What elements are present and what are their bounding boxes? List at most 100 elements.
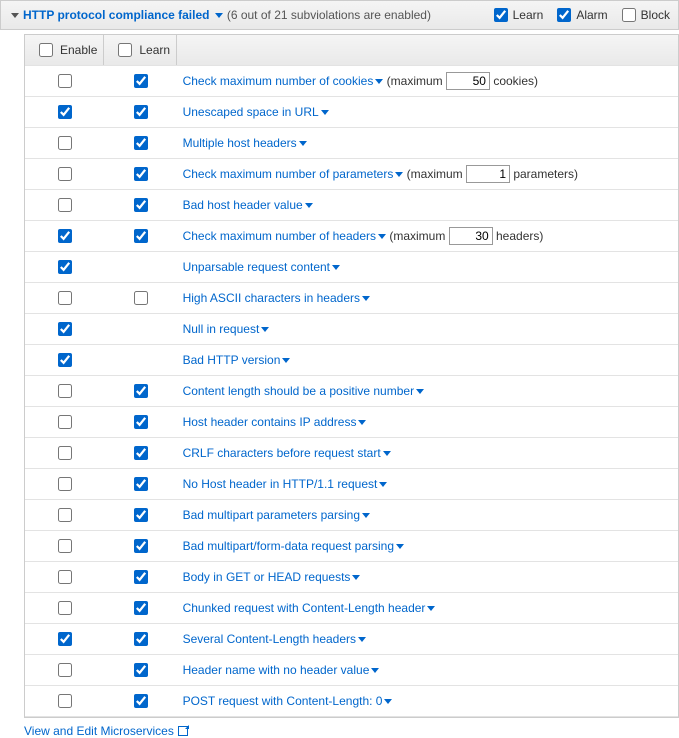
learn-checkbox[interactable]	[134, 663, 148, 677]
chevron-down-icon[interactable]	[282, 358, 290, 363]
description-cell: Unescaped space in URL	[177, 97, 678, 128]
subviolation-link[interactable]: Bad host header value	[183, 198, 303, 212]
learn-checkbox[interactable]	[134, 105, 148, 119]
subviolation-link[interactable]: High ASCII characters in headers	[183, 291, 360, 305]
learn-checkbox[interactable]	[134, 694, 148, 708]
subviolation-link[interactable]: Check maximum number of headers	[183, 229, 376, 243]
subviolation-link[interactable]: Unparsable request content	[183, 260, 330, 274]
learn-checkbox[interactable]	[134, 136, 148, 150]
enable-checkbox[interactable]	[58, 198, 72, 212]
subviolation-link[interactable]: No Host header in HTTP/1.1 request	[183, 477, 378, 491]
subviolation-link[interactable]: Check maximum number of cookies	[183, 74, 374, 88]
enable-checkbox[interactable]	[58, 322, 72, 336]
chevron-down-icon[interactable]	[261, 327, 269, 332]
extra-suffix: headers)	[493, 229, 544, 243]
subviolation-link[interactable]: Body in GET or HEAD requests	[183, 570, 351, 584]
subviolation-link[interactable]: CRLF characters before request start	[183, 446, 381, 460]
chevron-down-icon[interactable]	[362, 513, 370, 518]
subviolation-link[interactable]: Bad multipart/form-data request parsing	[183, 539, 394, 553]
view-edit-microservices-link[interactable]: View and Edit Microservices	[24, 724, 679, 738]
block-toggle[interactable]: Block	[618, 5, 670, 25]
learn-checkbox[interactable]	[134, 167, 148, 181]
chevron-down-icon[interactable]	[427, 606, 435, 611]
learn-toggle[interactable]: Learn	[490, 5, 544, 25]
subviolation-link[interactable]: Unescaped space in URL	[183, 105, 319, 119]
learn-checkbox[interactable]	[134, 198, 148, 212]
learn-checkbox[interactable]	[134, 415, 148, 429]
maximum-input[interactable]	[449, 227, 493, 245]
learn-checkbox[interactable]	[134, 446, 148, 460]
alarm-checkbox[interactable]	[557, 8, 571, 22]
chevron-down-icon[interactable]	[305, 203, 313, 208]
learn-checkbox[interactable]	[134, 477, 148, 491]
chevron-down-icon[interactable]	[378, 234, 386, 239]
enable-checkbox[interactable]	[58, 601, 72, 615]
learn-checkbox[interactable]	[134, 229, 148, 243]
enable-checkbox[interactable]	[58, 508, 72, 522]
learn-checkbox[interactable]	[134, 384, 148, 398]
subviolation-link[interactable]: POST request with Content-Length: 0	[183, 694, 383, 708]
learn-checkbox[interactable]	[134, 508, 148, 522]
alarm-toggle[interactable]: Alarm	[553, 5, 607, 25]
learn-checkbox[interactable]	[134, 539, 148, 553]
chevron-down-icon[interactable]	[396, 544, 404, 549]
learn-cell	[104, 97, 177, 128]
subviolation-link[interactable]: Multiple host headers	[183, 136, 297, 150]
enable-checkbox[interactable]	[58, 384, 72, 398]
subviolation-link[interactable]: Check maximum number of parameters	[183, 167, 394, 181]
section-title-link[interactable]: HTTP protocol compliance failed	[23, 8, 223, 22]
learn-checkbox[interactable]	[134, 632, 148, 646]
enable-checkbox[interactable]	[58, 353, 72, 367]
learn-checkbox[interactable]	[134, 74, 148, 88]
chevron-down-icon[interactable]	[299, 141, 307, 146]
enable-checkbox[interactable]	[58, 539, 72, 553]
enable-checkbox[interactable]	[58, 291, 72, 305]
enable-checkbox[interactable]	[58, 477, 72, 491]
enable-checkbox[interactable]	[58, 570, 72, 584]
chevron-down-icon[interactable]	[371, 668, 379, 673]
subviolation-link[interactable]: Bad multipart parameters parsing	[183, 508, 360, 522]
chevron-down-icon[interactable]	[383, 451, 391, 456]
subviolation-link[interactable]: Host header contains IP address	[183, 415, 357, 429]
enable-checkbox[interactable]	[58, 167, 72, 181]
chevron-down-icon[interactable]	[352, 575, 360, 580]
chevron-down-icon[interactable]	[384, 699, 392, 704]
learn-cell	[104, 66, 177, 97]
enable-checkbox[interactable]	[58, 694, 72, 708]
enable-checkbox[interactable]	[58, 136, 72, 150]
subviolation-link[interactable]: Content length should be a positive numb…	[183, 384, 415, 398]
chevron-down-icon[interactable]	[379, 482, 387, 487]
subviolation-link[interactable]: Header name with no header value	[183, 663, 370, 677]
chevron-down-icon[interactable]	[358, 420, 366, 425]
enable-checkbox[interactable]	[58, 632, 72, 646]
chevron-down-icon[interactable]	[416, 389, 424, 394]
enable-checkbox[interactable]	[58, 446, 72, 460]
subviolation-link[interactable]: Chunked request with Content-Length head…	[183, 601, 426, 615]
enable-all-checkbox[interactable]	[39, 43, 53, 57]
chevron-down-icon[interactable]	[362, 296, 370, 301]
learn-checkbox[interactable]	[494, 8, 508, 22]
enable-checkbox[interactable]	[58, 663, 72, 677]
block-checkbox[interactable]	[622, 8, 636, 22]
enable-checkbox[interactable]	[58, 74, 72, 88]
learn-checkbox[interactable]	[134, 291, 148, 305]
learn-all-checkbox[interactable]	[118, 43, 132, 57]
chevron-down-icon[interactable]	[332, 265, 340, 270]
subviolation-link[interactable]: Several Content-Length headers	[183, 632, 356, 646]
subviolation-link[interactable]: Null in request	[183, 322, 260, 336]
enable-checkbox[interactable]	[58, 105, 72, 119]
subviolation-link[interactable]: Bad HTTP version	[183, 353, 281, 367]
maximum-input[interactable]	[466, 165, 510, 183]
learn-cell	[104, 376, 177, 407]
enable-checkbox[interactable]	[58, 229, 72, 243]
enable-cell	[25, 500, 104, 531]
maximum-input[interactable]	[446, 72, 490, 90]
enable-cell	[25, 438, 104, 469]
collapse-icon[interactable]	[11, 13, 19, 18]
learn-checkbox[interactable]	[134, 601, 148, 615]
enable-checkbox[interactable]	[58, 415, 72, 429]
learn-checkbox[interactable]	[134, 570, 148, 584]
chevron-down-icon[interactable]	[321, 110, 329, 115]
chevron-down-icon[interactable]	[358, 637, 366, 642]
enable-checkbox[interactable]	[58, 260, 72, 274]
